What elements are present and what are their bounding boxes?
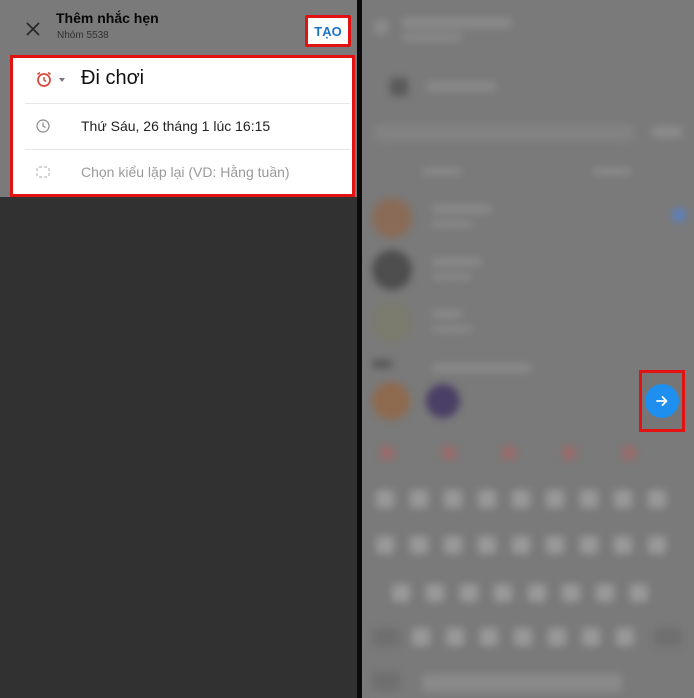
blurred-key: [514, 628, 532, 646]
blurred-key: [446, 628, 464, 646]
blurred-emoji: [562, 446, 576, 460]
repeat-row[interactable]: Chọn kiểu lặp lại (VD: Hằng tuần): [25, 150, 350, 196]
blurred-key: [372, 672, 400, 690]
blurred-emoji: [380, 446, 394, 460]
arrow-right-icon: [656, 396, 668, 406]
blurred-search-bar: [374, 124, 634, 142]
blurred-checkbox: [672, 208, 686, 222]
blurred-key: [648, 490, 666, 508]
blurred-key: [630, 584, 648, 602]
blurred-key: [616, 628, 634, 646]
blurred-key: [648, 536, 666, 554]
blurred-key: [614, 490, 632, 508]
avatar: [372, 302, 412, 342]
next-button[interactable]: [645, 384, 679, 418]
blurred-key: [392, 584, 410, 602]
avatar: [372, 382, 410, 420]
event-name-input[interactable]: Đi chơi: [81, 67, 144, 90]
blurred-text: [426, 82, 496, 91]
datetime-row[interactable]: Thứ Sáu, 26 tháng 1 lúc 16:15: [25, 104, 350, 150]
blurred-status: [432, 326, 472, 332]
blurred-key: [548, 628, 566, 646]
blurred-key: [444, 536, 462, 554]
blurred-key: [654, 628, 682, 646]
avatar: [372, 250, 412, 290]
blurred-key: [426, 584, 444, 602]
blurred-key: [512, 490, 530, 508]
blurred-button: [652, 126, 682, 138]
page-title: Thêm nhắc hẹn: [56, 10, 159, 26]
blurred-back-icon: [374, 20, 388, 34]
blurred-key: [596, 584, 614, 602]
blurred-emoji: [622, 446, 636, 460]
blurred-tab: [592, 168, 632, 175]
blurred-text: [432, 364, 532, 372]
blurred-emoji: [442, 446, 456, 460]
blurred-status: [432, 274, 472, 280]
avatar: [426, 384, 460, 418]
datetime-value[interactable]: Thứ Sáu, 26 tháng 1 lúc 16:15: [81, 118, 270, 134]
blurred-key: [460, 584, 478, 602]
blurred-tab: [422, 168, 462, 175]
blurred-key: [412, 628, 430, 646]
reminder-form: Đi chơi Thứ Sáu, 26 tháng 1 lúc 16:15 Ch…: [10, 55, 355, 197]
close-icon[interactable]: [26, 22, 40, 36]
reminder-panel: Thêm nhắc hẹn Nhóm 5538 TẠO Đi chơi Thứ …: [0, 0, 357, 698]
blurred-key: [410, 536, 428, 554]
blurred-name: [432, 205, 492, 213]
blurred-key: [512, 536, 530, 554]
blurred-key: [494, 584, 512, 602]
blurred-status: [432, 221, 472, 227]
blurred-header-subtext: [402, 34, 462, 41]
blurred-name: [432, 310, 462, 318]
blurred-key: [376, 536, 394, 554]
blurred-spacebar: [422, 674, 622, 692]
alarm-clock-icon[interactable]: [35, 70, 53, 88]
blurred-image-icon: [390, 78, 408, 96]
blurred-panel: [362, 0, 694, 698]
blurred-name: [432, 258, 482, 266]
repeat-select[interactable]: Chọn kiểu lặp lại (VD: Hằng tuần): [81, 164, 290, 180]
blurred-key: [614, 536, 632, 554]
event-name-row[interactable]: Đi chơi: [25, 58, 350, 104]
blurred-key: [376, 490, 394, 508]
page-subtitle: Nhóm 5538: [57, 30, 109, 41]
blurred-emoji: [502, 446, 516, 460]
blurred-key: [478, 490, 496, 508]
blurred-item: [372, 360, 392, 368]
background-scrim: [0, 197, 357, 698]
blurred-key: [478, 536, 496, 554]
repeat-icon: [36, 166, 50, 178]
create-button[interactable]: TẠO: [305, 15, 351, 47]
blurred-header-text: [402, 18, 512, 28]
blurred-key: [546, 490, 564, 508]
header: Thêm nhắc hẹn Nhóm 5538: [0, 0, 357, 56]
blurred-key: [410, 490, 428, 508]
blurred-key: [546, 536, 564, 554]
clock-icon: [36, 119, 50, 133]
blurred-key: [562, 584, 580, 602]
chevron-down-icon[interactable]: [59, 78, 65, 82]
blurred-content: [362, 0, 694, 698]
blurred-key: [372, 628, 400, 646]
blurred-key: [580, 490, 598, 508]
avatar: [372, 198, 412, 238]
next-button-highlight[interactable]: [639, 370, 685, 432]
blurred-key: [580, 536, 598, 554]
blurred-key: [444, 490, 462, 508]
blurred-key: [582, 628, 600, 646]
blurred-key: [528, 584, 546, 602]
blurred-key: [480, 628, 498, 646]
